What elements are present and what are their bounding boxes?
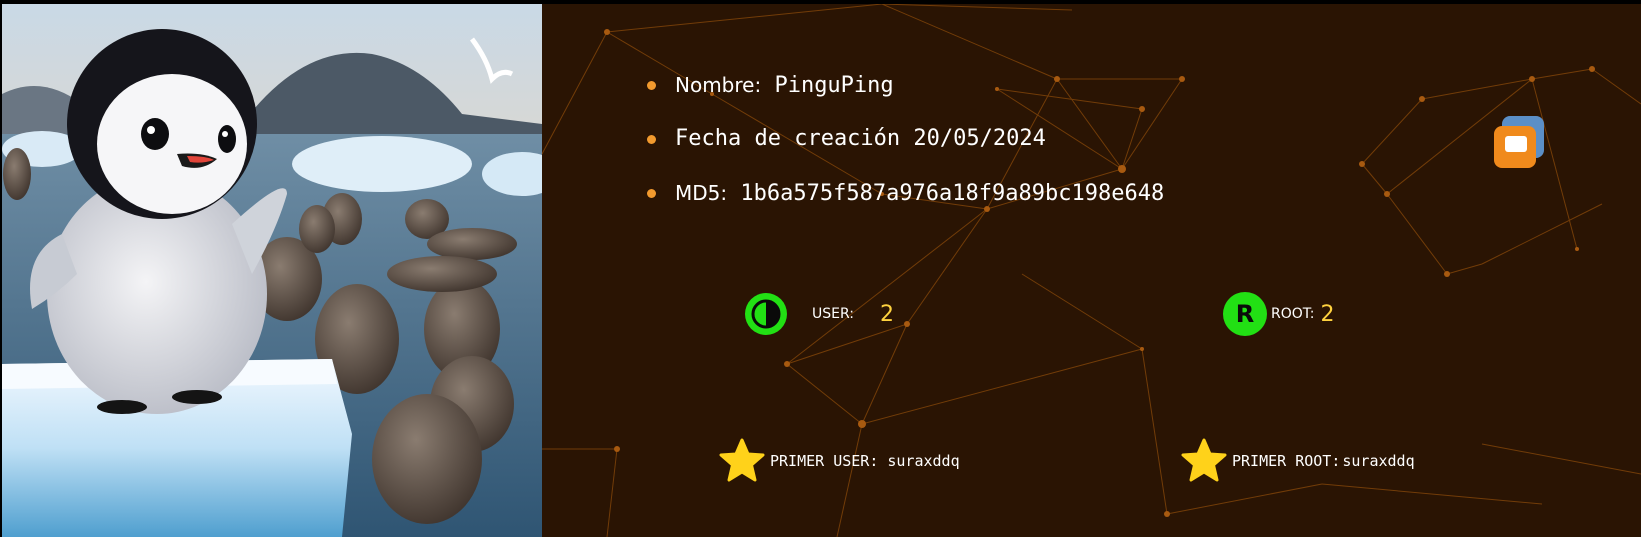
- user-stat-value: 2: [880, 301, 894, 327]
- machine-name-label: Nombre:: [675, 73, 762, 97]
- virtualbox-icon: [1492, 114, 1548, 174]
- machine-card: Nombre: PinguPing Fecha de creación 20/0…: [0, 0, 1641, 537]
- user-stat: USER: 2: [744, 292, 894, 336]
- first-root-value: suraxddq: [1342, 452, 1415, 470]
- machine-name-item: Nombre: PinguPing: [647, 70, 1164, 124]
- penguin-illustration: [2, 4, 542, 537]
- half-circle-icon: [745, 293, 787, 335]
- md5-value: 1b6a575f587a976a18f9a89bc198e648: [740, 181, 1165, 206]
- star-icon: [1181, 438, 1227, 482]
- info-panel: Nombre: PinguPing Fecha de creación 20/0…: [542, 4, 1641, 537]
- root-stat-label: ROOT:: [1271, 306, 1315, 322]
- first-user-label: PRIMER USER:: [770, 452, 879, 470]
- md5-item: MD5: 1b6a575f587a976a18f9a89bc198e648: [647, 178, 1164, 232]
- first-user-value: suraxddq: [887, 452, 960, 470]
- first-root-blood: PRIMER ROOT: suraxddq: [1180, 438, 1415, 484]
- creation-date-label: Fecha de creación: [675, 126, 901, 151]
- first-user-blood: PRIMER USER: suraxddq: [718, 438, 960, 484]
- star-icon: [719, 438, 765, 482]
- machine-artwork: [2, 4, 542, 537]
- first-root-label: PRIMER ROOT:: [1232, 452, 1341, 470]
- bullet: [647, 81, 656, 90]
- user-stat-label: USER:: [812, 306, 854, 322]
- bullet: [647, 135, 656, 144]
- machine-info-list: Nombre: PinguPing Fecha de creación 20/0…: [647, 70, 1164, 232]
- machine-name-value: PinguPing: [774, 73, 894, 98]
- root-stat-value: 2: [1320, 301, 1335, 327]
- md5-label: MD5:: [675, 181, 728, 205]
- root-stat: R ROOT: 2: [1223, 292, 1335, 336]
- creation-date-item: Fecha de creación 20/05/2024: [647, 124, 1164, 178]
- r-circle-icon: R: [1223, 292, 1267, 336]
- bullet: [647, 189, 656, 198]
- creation-date-value: 20/05/2024: [913, 126, 1046, 151]
